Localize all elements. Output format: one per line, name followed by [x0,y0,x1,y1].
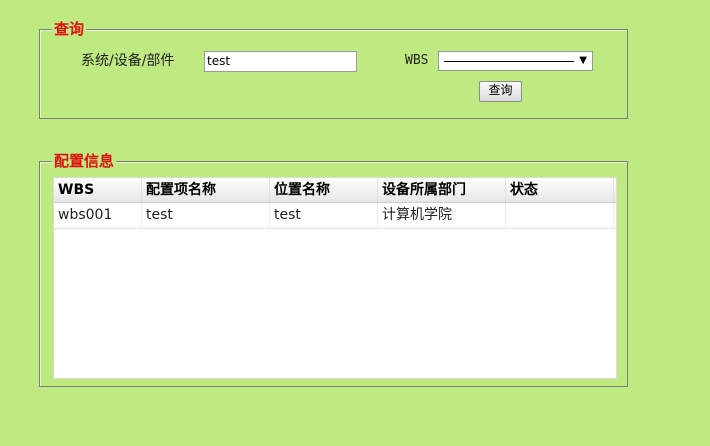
wbs-select[interactable]: ▼ [438,51,593,71]
column-header-config-item-name[interactable]: 配置项名称 [142,178,270,202]
system-input[interactable]: test [204,51,357,72]
chevron-down-icon[interactable]: ▼ [579,53,587,69]
query-legend: 查询 [52,19,87,39]
grid-header: WBS 配置项名称 位置名称 设备所属部门 状态 [54,178,616,203]
cell-status [506,203,614,228]
cell-config-item-name: test [142,203,270,228]
cell-department: 计算机学院 [378,203,506,228]
wbs-label: WBS [405,53,429,68]
config-legend: 配置信息 [52,151,117,171]
wbs-empty-option-line [444,61,574,62]
config-panel: 配置信息 WBS 配置项名称 位置名称 设备所属部门 状态 wbs001 tes… [39,151,628,387]
column-header-location-name[interactable]: 位置名称 [270,178,378,202]
column-header-status[interactable]: 状态 [506,178,614,202]
table-row[interactable]: wbs001 test test 计算机学院 [54,203,616,229]
query-button[interactable]: 查询 [479,81,522,102]
column-header-department[interactable]: 设备所属部门 [378,178,506,202]
system-label: 系统/设备/部件 [81,53,175,69]
query-panel: 查询 系统/设备/部件 test WBS ▼ 查询 [39,19,628,119]
cell-wbs: wbs001 [54,203,142,228]
column-header-wbs[interactable]: WBS [54,178,142,202]
config-grid: WBS 配置项名称 位置名称 设备所属部门 状态 wbs001 test tes… [53,177,617,379]
cell-location-name: test [270,203,378,228]
